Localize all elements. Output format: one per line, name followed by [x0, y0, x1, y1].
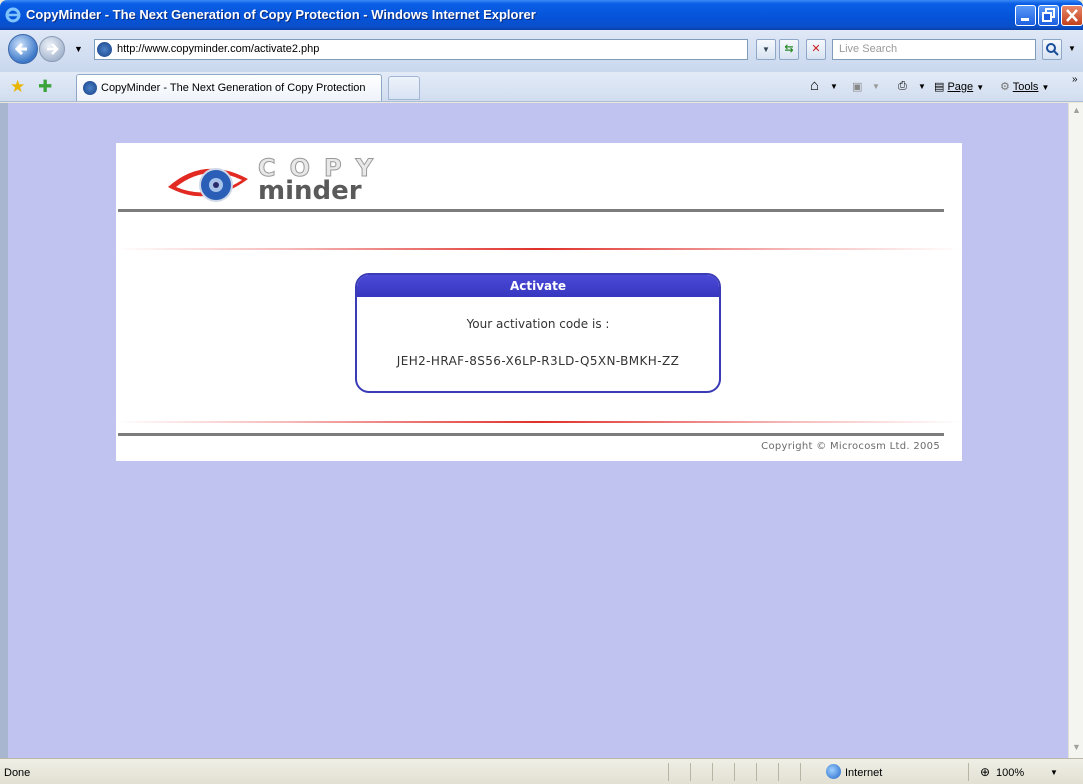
scroll-up-icon[interactable]: ▲	[1070, 105, 1083, 119]
page-menu[interactable]: ▤ Page ▼	[934, 80, 984, 93]
copyright-text: Copyright © Microcosm Ltd. 2005	[761, 441, 940, 452]
search-placeholder: Live Search	[839, 43, 898, 55]
red-accent-line-bottom	[116, 421, 962, 423]
page-menu-label: Page	[947, 81, 974, 93]
status-separator	[690, 763, 691, 781]
content-panel: COPY minder Activate Your activation cod…	[116, 143, 962, 461]
site-favicon-icon	[97, 42, 112, 57]
vertical-scrollbar[interactable]: ▲ ▼	[1068, 103, 1083, 758]
activation-box: Activate Your activation code is : JEH2-…	[355, 273, 721, 393]
status-separator	[712, 763, 713, 781]
address-toolbar: ▼ http://www.copyminder.com/activate2.ph…	[0, 30, 1083, 72]
internet-explorer-icon	[5, 7, 21, 23]
stop-icon: ✕	[811, 43, 821, 55]
new-tab-button[interactable]	[388, 76, 420, 100]
address-dropdown-button[interactable]: ▼	[756, 39, 776, 60]
home-dropdown-icon[interactable]: ▼	[830, 82, 838, 91]
print-icon[interactable]: ⎙	[898, 80, 907, 93]
security-zone[interactable]: Internet	[845, 767, 882, 779]
scroll-down-icon[interactable]: ▼	[1070, 742, 1083, 756]
tools-dropdown-icon: ▼	[1041, 83, 1050, 92]
svg-text:minder: minder	[258, 176, 362, 206]
back-button[interactable]	[8, 34, 38, 64]
copyminder-logo: COPY minder	[168, 154, 373, 206]
refresh-button[interactable]: ⇆	[779, 39, 799, 60]
forward-arrow-icon	[47, 43, 59, 55]
zoom-icon[interactable]: ⊕	[980, 765, 990, 779]
tab-favicon-icon	[83, 81, 97, 95]
page-dropdown-icon: ▼	[976, 83, 985, 92]
internet-zone-icon	[826, 764, 841, 779]
restore-button[interactable]	[1038, 5, 1059, 26]
tab-bar: ★ ✚ CopyMinder - The Next Generation of …	[0, 72, 1083, 102]
refresh-icon: ⇆	[784, 43, 794, 55]
activation-label: Your activation code is :	[466, 317, 610, 331]
forward-button[interactable]	[39, 36, 65, 62]
minimize-button[interactable]	[1015, 5, 1036, 26]
title-bar: CopyMinder - The Next Generation of Copy…	[0, 0, 1083, 30]
tools-menu[interactable]: ⚙ Tools ▼	[1000, 80, 1049, 93]
address-bar[interactable]: http://www.copyminder.com/activate2.php	[94, 39, 748, 60]
status-bar: Done Internet ⊕ 100% ▼	[0, 758, 1083, 784]
feeds-dropdown-icon[interactable]: ▼	[872, 82, 880, 91]
window-title: CopyMinder - The Next Generation of Copy…	[26, 7, 536, 22]
history-dropdown-icon[interactable]: ▼	[74, 44, 83, 54]
red-accent-line-top	[116, 248, 962, 250]
back-arrow-icon	[14, 42, 27, 56]
feeds-icon[interactable]: ▣	[852, 80, 862, 93]
zoom-dropdown-icon[interactable]: ▼	[1050, 768, 1058, 777]
search-icon	[1046, 43, 1059, 56]
tools-menu-label: Tools	[1012, 81, 1039, 93]
add-favorites-icon[interactable]: ✚	[38, 78, 52, 95]
header-divider	[118, 209, 944, 212]
status-separator	[734, 763, 735, 781]
zoom-level[interactable]: 100%	[996, 767, 1024, 779]
minimize-icon	[1021, 18, 1029, 21]
tab-label: CopyMinder - The Next Generation of Copy…	[101, 82, 366, 94]
gear-icon: ⚙	[1000, 81, 1010, 93]
status-separator	[756, 763, 757, 781]
footer-divider	[118, 433, 944, 436]
address-url[interactable]: http://www.copyminder.com/activate2.php	[117, 43, 319, 55]
print-dropdown-icon[interactable]: ▼	[918, 82, 926, 91]
search-options-icon[interactable]: ▼	[1068, 44, 1076, 53]
activation-box-title: Activate	[357, 275, 719, 297]
restore-icon	[1042, 8, 1055, 22]
home-icon[interactable]: ⌂	[810, 77, 819, 94]
tab-copyminder[interactable]: CopyMinder - The Next Generation of Copy…	[76, 74, 382, 101]
close-button[interactable]	[1061, 5, 1083, 26]
status-separator	[668, 763, 669, 781]
search-input[interactable]: Live Search	[832, 39, 1036, 60]
status-separator	[968, 763, 969, 781]
close-icon	[1066, 9, 1078, 22]
search-button[interactable]	[1042, 39, 1062, 60]
status-separator	[800, 763, 801, 781]
favorites-star-icon[interactable]: ★	[10, 78, 25, 95]
page-icon: ▤	[934, 81, 945, 93]
chevron-more-icon[interactable]: »	[1072, 74, 1078, 85]
status-separator	[778, 763, 779, 781]
status-text: Done	[4, 767, 31, 779]
activation-code: JEH2-HRAF-8S56-X6LP-R3LD-Q5XN-BMKH-ZZ	[396, 354, 680, 368]
stop-button[interactable]: ✕	[806, 39, 826, 60]
